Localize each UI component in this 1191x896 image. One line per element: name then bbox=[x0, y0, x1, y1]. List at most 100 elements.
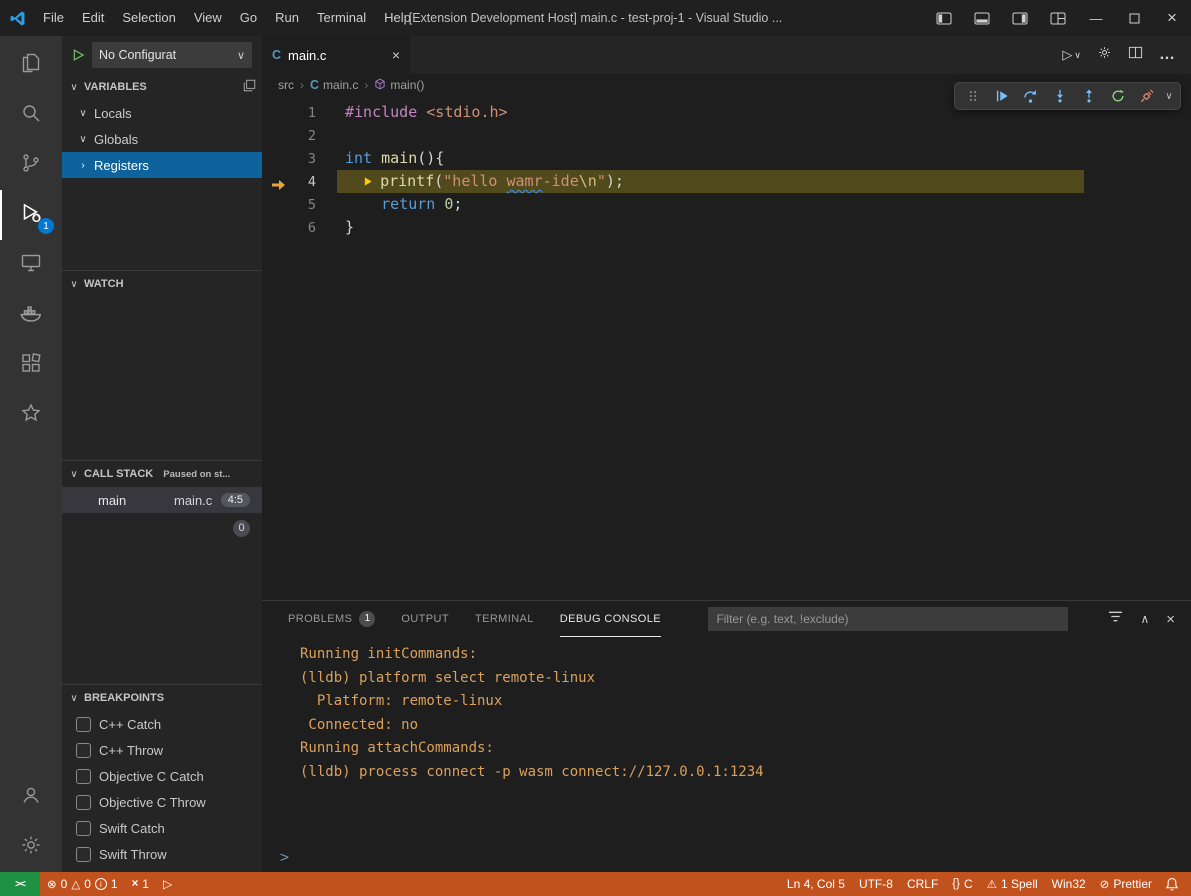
filter-lines-icon[interactable] bbox=[1108, 610, 1123, 628]
status-1-spell[interactable]: ⚠1 Spell bbox=[980, 872, 1045, 896]
debug-configuration-dropdown[interactable]: No Configurat ∨ bbox=[92, 42, 252, 68]
menu-edit[interactable]: Edit bbox=[73, 0, 113, 36]
debug-console-output[interactable]: Running initCommands:(lldb) platform sel… bbox=[262, 637, 1191, 872]
breakpoint-checkbox[interactable] bbox=[76, 717, 91, 732]
console-input-chevron[interactable]: > bbox=[280, 848, 289, 866]
status-win32[interactable]: Win32 bbox=[1045, 872, 1093, 896]
line-gutter[interactable]: 6 bbox=[262, 216, 316, 239]
session-picker-chevron-icon[interactable]: ∨ bbox=[1162, 91, 1176, 102]
status-utf-8[interactable]: UTF-8 bbox=[852, 872, 900, 896]
restart-icon[interactable] bbox=[1104, 85, 1131, 107]
breadcrumb-src[interactable]: src bbox=[278, 78, 294, 92]
variables-item-locals[interactable]: ∨Locals bbox=[62, 100, 262, 126]
line-gutter[interactable]: 2 bbox=[262, 124, 316, 147]
call-stack-header[interactable]: ∨ CALL STACK Paused on st... bbox=[62, 461, 262, 487]
activity-item-accounts[interactable] bbox=[0, 772, 62, 822]
breakpoint-row-swift-throw[interactable]: Swift Throw bbox=[62, 841, 262, 867]
watch-header[interactable]: ∨ WATCH bbox=[62, 271, 262, 297]
console-filter-input[interactable] bbox=[708, 607, 1068, 631]
code-line-5[interactable]: 5 return 0; bbox=[262, 193, 1191, 216]
minimize-icon[interactable]: — bbox=[1077, 0, 1115, 36]
remote-indicator[interactable]: >< bbox=[0, 872, 40, 896]
debug-status[interactable]: ▷ bbox=[156, 872, 179, 896]
breakpoint-checkbox[interactable] bbox=[76, 795, 91, 810]
step-into-icon[interactable] bbox=[1046, 85, 1073, 107]
breakpoint-row-c-catch[interactable]: C++ Catch bbox=[62, 711, 262, 737]
status-c[interactable]: {}C bbox=[945, 872, 979, 896]
status-crlf[interactable]: CRLF bbox=[900, 872, 945, 896]
step-out-icon[interactable] bbox=[1075, 85, 1102, 107]
close-tab-icon[interactable]: × bbox=[392, 47, 400, 63]
toggle-panel-icon[interactable] bbox=[963, 0, 1001, 36]
ports-status[interactable]: × 1 bbox=[125, 872, 156, 896]
activity-item-search[interactable] bbox=[0, 90, 62, 140]
collapse-all-icon[interactable] bbox=[243, 79, 256, 95]
breakpoint-checkbox[interactable] bbox=[76, 847, 91, 862]
customize-layout-icon[interactable] bbox=[1039, 0, 1077, 36]
menu-selection[interactable]: Selection bbox=[113, 0, 184, 36]
panel-tab-output[interactable]: OUTPUT bbox=[401, 601, 449, 637]
code-line-3[interactable]: 3 int main(){ bbox=[262, 147, 1191, 170]
status-prettier[interactable]: ⊘Prettier bbox=[1093, 872, 1159, 896]
code-editor[interactable]: 1#include <stdio.h>23int main(){4 printf… bbox=[262, 96, 1191, 600]
continue-icon[interactable] bbox=[988, 85, 1015, 107]
breakpoint-row-c-throw[interactable]: C++ Throw bbox=[62, 737, 262, 763]
more-actions-icon[interactable]: … bbox=[1159, 46, 1175, 64]
variables-item-registers[interactable]: ›Registers bbox=[62, 152, 262, 178]
menu-file[interactable]: File bbox=[34, 0, 73, 36]
panel-tab-terminal[interactable]: TERMINAL bbox=[475, 601, 534, 637]
breakpoint-row-swift-catch[interactable]: Swift Catch bbox=[62, 815, 262, 841]
code-line-2[interactable]: 2 bbox=[262, 124, 1191, 147]
line-gutter[interactable]: 5 bbox=[262, 193, 316, 216]
breakpoints-section: ∨ BREAKPOINTS C++ CatchC++ ThrowObjectiv… bbox=[62, 684, 262, 872]
breakpoints-header[interactable]: ∨ BREAKPOINTS bbox=[62, 685, 262, 711]
variables-item-globals[interactable]: ∨Globals bbox=[62, 126, 262, 152]
variables-header[interactable]: ∨ VARIABLES bbox=[62, 74, 262, 100]
menu-go[interactable]: Go bbox=[231, 0, 266, 36]
panel-tab-problems[interactable]: PROBLEMS1 bbox=[288, 601, 375, 637]
breadcrumb-file[interactable]: C main.c bbox=[310, 78, 358, 92]
breakpoint-row-objective-c-throw[interactable]: Objective C Throw bbox=[62, 789, 262, 815]
start-debugging-icon[interactable] bbox=[72, 48, 85, 62]
activity-item-source-control[interactable] bbox=[0, 140, 62, 190]
breadcrumb-symbol[interactable]: main() bbox=[374, 78, 424, 93]
menu-terminal[interactable]: Terminal bbox=[308, 0, 375, 36]
close-window-icon[interactable]: × bbox=[1153, 0, 1191, 36]
maximize-panel-icon[interactable]: ∧ bbox=[1140, 612, 1149, 626]
activity-item-favorites[interactable] bbox=[0, 390, 62, 440]
panel-tab-debug-console[interactable]: DEBUG CONSOLE bbox=[560, 601, 661, 637]
breakpoint-checkbox[interactable] bbox=[76, 769, 91, 784]
activity-item-run-and-debug[interactable]: 1 bbox=[0, 190, 62, 240]
settings-gear-icon[interactable] bbox=[1097, 45, 1112, 65]
close-panel-icon[interactable]: × bbox=[1166, 611, 1175, 628]
line-gutter[interactable]: 4 bbox=[262, 170, 316, 193]
problems-status[interactable]: ⊗ 0 △ 0 i 1 bbox=[40, 872, 125, 896]
notifications-bell-icon[interactable] bbox=[1159, 872, 1191, 896]
line-gutter[interactable]: 1 bbox=[262, 101, 316, 124]
activity-item-remote-explorer[interactable] bbox=[0, 240, 62, 290]
step-over-icon[interactable] bbox=[1017, 85, 1044, 107]
status-ln-4-col-5[interactable]: Ln 4, Col 5 bbox=[780, 872, 852, 896]
maximize-icon[interactable] bbox=[1115, 0, 1153, 36]
run-file-button[interactable]: ▷ ∨ bbox=[1062, 47, 1081, 63]
toggle-secondary-sidebar-icon[interactable] bbox=[1001, 0, 1039, 36]
code-line-4[interactable]: 4 printf("hello wamr-ide\n"); bbox=[262, 170, 1191, 193]
tab-main-c[interactable]: C main.c × bbox=[262, 36, 410, 74]
code-line-6[interactable]: 6} bbox=[262, 216, 1191, 239]
toolbar-drag-grip[interactable] bbox=[959, 85, 986, 107]
activity-item-extensions[interactable] bbox=[0, 340, 62, 390]
menu-view[interactable]: View bbox=[185, 0, 231, 36]
breakpoint-row-objective-c-catch[interactable]: Objective C Catch bbox=[62, 763, 262, 789]
line-content: int main(){ bbox=[345, 147, 444, 170]
disconnect-icon[interactable] bbox=[1133, 85, 1160, 107]
split-editor-icon[interactable] bbox=[1128, 45, 1143, 65]
activity-item-settings[interactable] bbox=[0, 822, 62, 872]
activity-item-explorer[interactable] bbox=[0, 40, 62, 90]
activity-item-docker[interactable] bbox=[0, 290, 62, 340]
line-gutter[interactable]: 3 bbox=[262, 147, 316, 170]
stack-frame-row[interactable]: mainmain.c4:5 bbox=[62, 487, 262, 513]
breakpoint-checkbox[interactable] bbox=[76, 743, 91, 758]
toggle-sidebar-icon[interactable] bbox=[925, 0, 963, 36]
menu-run[interactable]: Run bbox=[266, 0, 308, 36]
breakpoint-checkbox[interactable] bbox=[76, 821, 91, 836]
